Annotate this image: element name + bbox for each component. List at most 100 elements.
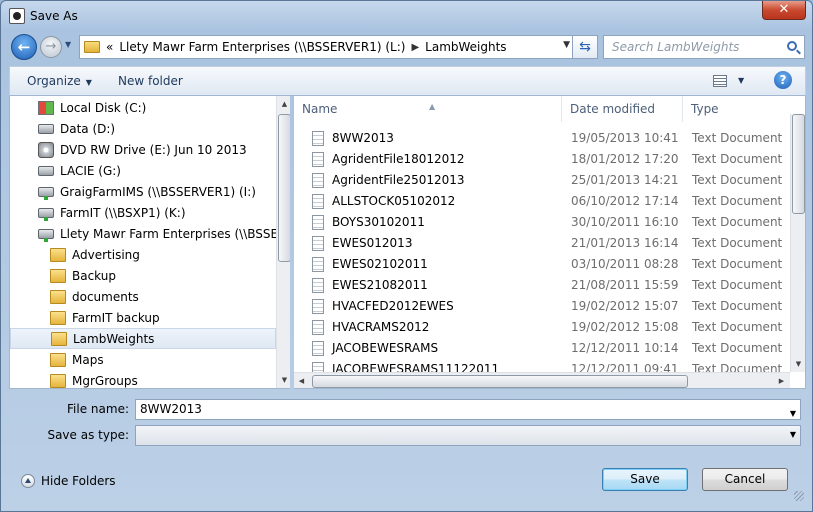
file-row[interactable]: HVACRAMS2012 19/02/2012 15:08 Text Documen… [294, 317, 790, 338]
organize-caret-icon: ▼ [85, 78, 92, 87]
column-header-date[interactable]: Date modified [562, 96, 683, 122]
breadcrumb-overflow[interactable]: « [106, 40, 113, 54]
nav-item[interactable]: DVD RW Drive (E:) Jun 10 2013 [10, 139, 276, 160]
scroll-left-icon[interactable]: ◀ [294, 373, 309, 388]
nav-item[interactable]: documents [10, 286, 276, 307]
file-list-horizontal-scrollbar[interactable]: ◀ ▶ [294, 372, 790, 388]
column-header-type[interactable]: Type [683, 96, 790, 122]
view-options-caret-icon[interactable]: ▼ [738, 76, 744, 85]
folder-icon [50, 268, 66, 283]
new-folder-button[interactable]: New folder [118, 74, 183, 88]
cancel-button[interactable]: Cancel [702, 468, 788, 491]
breadcrumb-separator-icon[interactable]: ▶ [411, 42, 419, 53]
address-bar[interactable]: « Llety Mawr Farm Enterprises (\\BSSERVE… [79, 35, 575, 59]
folder-icon [50, 373, 66, 388]
file-list-scrollbar[interactable]: ▲ ▼ [790, 114, 805, 372]
file-name: AgridentFile18012012 [332, 152, 465, 166]
nav-item[interactable]: Advertising [10, 244, 276, 265]
file-row[interactable]: AgridentFile18012012 18/01/2012 17:20 Text… [294, 149, 790, 170]
hide-folders-button[interactable]: Hide Folders [21, 474, 116, 488]
breadcrumb-parent[interactable]: Llety Mawr Farm Enterprises (\\BSSERVER1… [119, 40, 405, 54]
nav-item[interactable]: FarmIT (\\BSXP1) (K:) [10, 202, 276, 223]
scroll-down-icon[interactable]: ▼ [791, 356, 805, 372]
close-button[interactable]: ✕ [762, 1, 806, 20]
file-name: BOYS30102011 [332, 215, 425, 229]
back-button[interactable]: ← [11, 34, 37, 60]
file-type: Text Document [692, 215, 783, 229]
refresh-button[interactable]: ⇆ [572, 35, 598, 59]
file-name: HVACRAMS2012 [332, 320, 430, 334]
address-dropdown-icon[interactable]: ▼ [563, 40, 570, 50]
file-name-dropdown-icon[interactable]: ▼ [790, 404, 796, 423]
nav-item[interactable]: LACIE (G:) [10, 160, 276, 181]
nav-item-label: FarmIT backup [72, 310, 160, 325]
text-document-icon [312, 341, 324, 356]
search-icon[interactable] [787, 41, 797, 51]
file-date: 06/10/2012 17:14 [571, 194, 679, 208]
save-as-dialog: Save As ✕ ← → ▼ « Llety Mawr Farm Enterp… [0, 0, 813, 512]
resize-grip-icon[interactable] [794, 491, 804, 501]
scroll-right-icon[interactable]: ▶ [774, 373, 789, 388]
nav-item[interactable]: LambWeights [10, 328, 276, 349]
save-as-type-select[interactable]: ▼ [135, 425, 801, 446]
file-type: Text Document [692, 257, 783, 271]
nav-item[interactable]: Local Disk (C:) [10, 97, 276, 118]
nav-item[interactable]: Backup [10, 265, 276, 286]
search-input[interactable]: Search LambWeights [603, 35, 805, 59]
recent-locations-caret-icon[interactable]: ▼ [65, 40, 71, 49]
text-document-icon [312, 173, 324, 188]
file-row[interactable]: ALLSTOCK05102012 06/10/2012 17:14 Text Doc… [294, 191, 790, 212]
nav-item[interactable]: GraigFarmIMS (\\BSSERVER1) (I:) [10, 181, 276, 202]
nav-pane-scrollbar[interactable]: ▲ ▼ [276, 96, 290, 388]
save-as-type-dropdown-icon[interactable]: ▼ [790, 430, 796, 439]
nav-item-label: Backup [72, 268, 116, 283]
nav-item-label: documents [72, 289, 139, 304]
nav-item[interactable]: MgrGroups [10, 370, 276, 388]
file-date: 12/12/2011 10:14 [571, 341, 679, 355]
file-row[interactable]: JACOBEWESRAMS 12/12/2011 10:14 Text Docume… [294, 338, 790, 359]
navigation-pane: Local Disk (C:) Data (D:) DVD RW Drive (E:… [9, 96, 290, 389]
file-type: Text Document [692, 194, 783, 208]
title-bar[interactable]: Save As ✕ [1, 1, 812, 31]
organize-button[interactable]: Organize ▼ [27, 74, 92, 88]
file-row[interactable]: BOYS30102011 30/10/2011 16:10 Text Documen… [294, 212, 790, 233]
file-row[interactable]: AgridentFile25012013 25/01/2013 14:21 Text… [294, 170, 790, 191]
horizontal-scroll-thumb[interactable] [312, 375, 688, 388]
scroll-down-icon[interactable]: ▼ [277, 372, 290, 388]
nav-item-label: FarmIT (\\BSXP1) (K:) [60, 205, 186, 220]
save-button[interactable]: Save [602, 468, 688, 491]
file-row[interactable]: EWES21082011 21/08/2011 15:59 Text Documen… [294, 275, 790, 296]
nav-scroll-thumb[interactable] [278, 114, 290, 262]
breadcrumb-current[interactable]: LambWeights [425, 40, 506, 54]
file-name-input[interactable]: 8WW2013 ▼ [135, 399, 801, 420]
file-row[interactable]: 8WW2013 19/05/2013 10:41 Text Document [294, 128, 790, 149]
view-options-icon[interactable] [713, 75, 727, 87]
nav-item[interactable]: FarmIT backup [10, 307, 276, 328]
network-drive-icon [38, 207, 54, 221]
file-scroll-thumb[interactable] [792, 114, 805, 214]
nav-item[interactable]: Data (D:) [10, 118, 276, 139]
file-row[interactable]: EWES012013 21/01/2013 16:14 Text Document [294, 233, 790, 254]
file-row[interactable]: EWES02102011 03/10/2011 08:28 Text Documen… [294, 254, 790, 275]
file-date: 19/02/2012 15:08 [571, 320, 679, 334]
folder-icon [84, 41, 100, 53]
file-type: Text Document [692, 236, 783, 250]
help-icon[interactable]: ? [774, 71, 792, 89]
nav-item-label: DVD RW Drive (E:) Jun 10 2013 [60, 142, 247, 157]
file-date: 25/01/2013 14:21 [571, 173, 679, 187]
column-name-label: Name [302, 102, 338, 116]
hide-folders-label: Hide Folders [41, 474, 116, 488]
drive-icon [38, 123, 54, 134]
forward-button[interactable]: → [40, 36, 62, 58]
file-type: Text Document [692, 320, 783, 334]
file-date: 19/02/2012 15:07 [571, 299, 679, 313]
folder-icon [50, 247, 66, 262]
text-document-icon [312, 131, 324, 146]
text-document-icon [312, 215, 324, 230]
column-header-name[interactable]: Name ▲ [294, 96, 562, 122]
scroll-up-icon[interactable]: ▲ [277, 96, 290, 112]
nav-item-label: Advertising [72, 247, 140, 262]
nav-item[interactable]: Maps [10, 349, 276, 370]
nav-item[interactable]: Llety Mawr Farm Enterprises (\\BSSERVER1… [10, 223, 276, 244]
file-row[interactable]: HVACFED2012EWES 19/02/2012 15:07 Text Docu… [294, 296, 790, 317]
